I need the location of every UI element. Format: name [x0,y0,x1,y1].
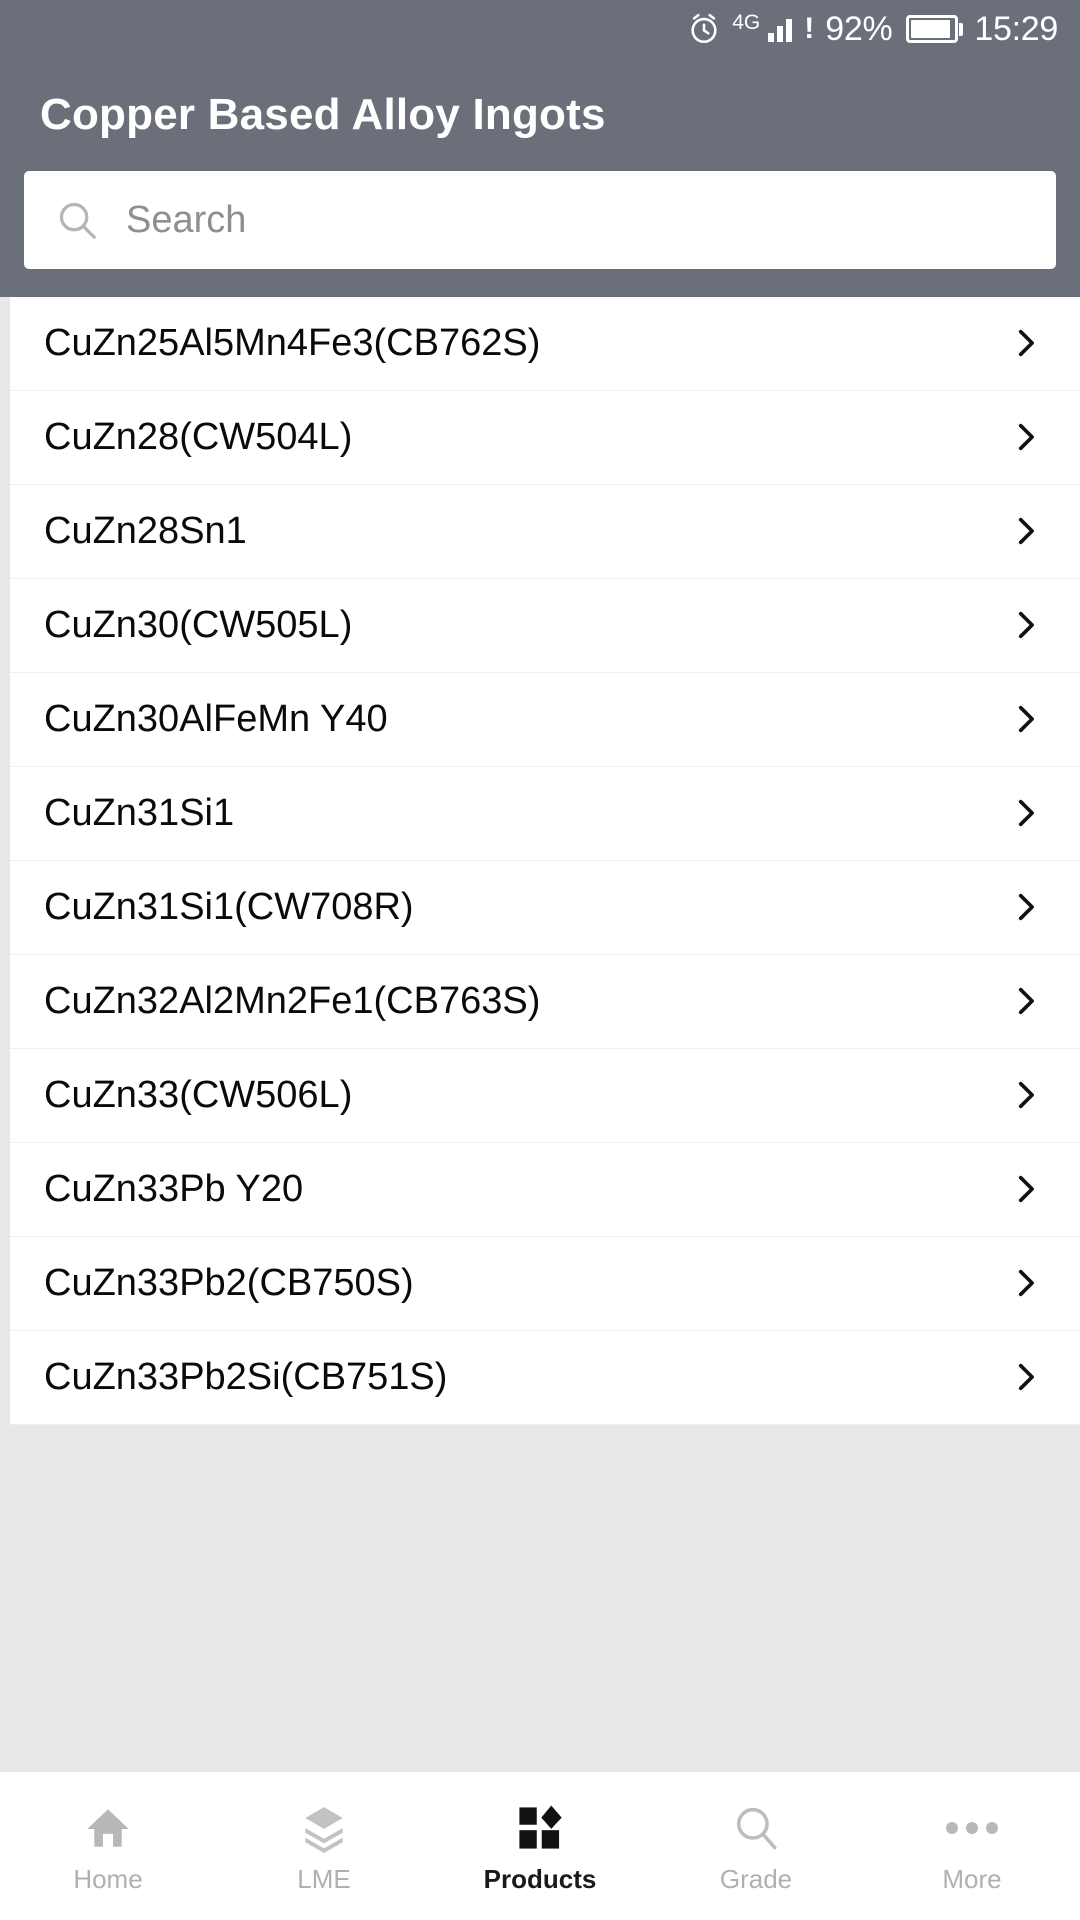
nav-item-more[interactable]: More [864,1772,1080,1920]
chevron-right-icon[interactable] [1008,514,1042,548]
list-item[interactable]: CuZn33Pb2Si(CB751S) [10,1330,1080,1425]
nav-label-more: More [942,1864,1002,1894]
chevron-right-icon[interactable] [1008,1266,1042,1300]
list-item[interactable]: CuZn31Si1(CW708R) [10,860,1080,955]
list-item[interactable]: CuZn33Pb Y20 [10,1142,1080,1237]
chevron-right-icon[interactable] [1008,702,1042,736]
search-icon [54,197,100,243]
ellipsis-icon [946,1800,998,1856]
chevron-right-icon[interactable] [1008,1172,1042,1206]
sim-alert-icon: ! [804,12,815,45]
list-item-label: CuZn31Si1(CW708R) [44,886,414,929]
network-type-label: 4G [732,10,761,34]
list-item-label: CuZn31Si1 [44,792,235,835]
list-item[interactable]: CuZn30AlFeMn Y40 [10,672,1080,767]
chevron-right-icon[interactable] [1008,890,1042,924]
home-icon [83,1800,133,1856]
list-item-label: CuZn30AlFeMn Y40 [44,698,388,741]
layers-icon [299,1800,349,1856]
list-item[interactable]: CuZn33Pb2(CB750S) [10,1236,1080,1331]
list-item-label: CuZn28Sn1 [44,510,247,553]
product-list[interactable]: CuZn25Al5Mn4Fe3(CB762S) CuZn28(CW504L) C… [0,296,1080,1770]
battery-percent-label: 92% [825,10,893,48]
nav-item-home[interactable]: Home [0,1772,216,1920]
grid-products-icon [514,1800,566,1856]
nav-label-products: Products [483,1864,597,1894]
list-item[interactable]: CuZn30(CW505L) [10,578,1080,673]
nav-item-lme[interactable]: LME [216,1772,432,1920]
chevron-right-icon[interactable] [1008,1078,1042,1112]
search-icon [731,1800,781,1856]
app-screen: 4G ! 92% 15:29 Copper Based Alloy Ingots [0,0,1080,1920]
list-item-label: CuZn30(CW505L) [44,604,353,647]
nav-label-lme: LME [297,1864,351,1894]
list-item-label: CuZn33Pb2(CB750S) [44,1262,414,1305]
app-header: Copper Based Alloy Ingots Search [0,58,1080,297]
chevron-right-icon[interactable] [1008,608,1042,642]
nav-item-products[interactable]: Products [432,1772,648,1920]
chevron-right-icon[interactable] [1008,1360,1042,1394]
nav-label-grade: Grade [719,1864,793,1894]
list-item-label: CuZn33Pb Y20 [44,1168,304,1211]
list-item[interactable]: CuZn28(CW504L) [10,390,1080,485]
chevron-right-icon[interactable] [1008,984,1042,1018]
search-input[interactable]: Search [24,170,1056,269]
chevron-right-icon[interactable] [1008,796,1042,830]
list-item-label: CuZn33(CW506L) [44,1074,353,1117]
battery-icon [906,15,964,43]
list-item-label: CuZn28(CW504L) [44,416,353,459]
page-title: Copper Based Alloy Ingots [40,90,606,139]
list-item[interactable]: CuZn32Al2Mn2Fe1(CB763S) [10,954,1080,1049]
bottom-navigation-bar: Home LME Products Grade More [0,1770,1080,1920]
list-item[interactable]: CuZn31Si1 [10,766,1080,861]
chevron-right-icon[interactable] [1008,420,1042,454]
search-bar-container: Search [0,170,1080,297]
nav-label-home: Home [73,1864,143,1894]
search-placeholder: Search [126,198,247,241]
list-item-label: CuZn25Al5Mn4Fe3(CB762S) [44,322,541,365]
chevron-right-icon[interactable] [1008,326,1042,360]
list-item[interactable]: CuZn33(CW506L) [10,1048,1080,1143]
alarm-clock-icon [687,12,721,46]
list-item[interactable]: CuZn28Sn1 [10,484,1080,579]
list-item-label: CuZn32Al2Mn2Fe1(CB763S) [44,980,541,1023]
clock-label: 15:29 [974,10,1058,48]
status-bar: 4G ! 92% 15:29 [0,0,1080,58]
status-bar-indicators: 4G ! 92% 15:29 [687,12,1058,46]
list-item[interactable]: CuZn25Al5Mn4Fe3(CB762S) [10,296,1080,391]
nav-item-grade[interactable]: Grade [648,1772,864,1920]
list-item-label: CuZn33Pb2Si(CB751S) [44,1356,448,1399]
signal-bars-icon [768,16,793,42]
